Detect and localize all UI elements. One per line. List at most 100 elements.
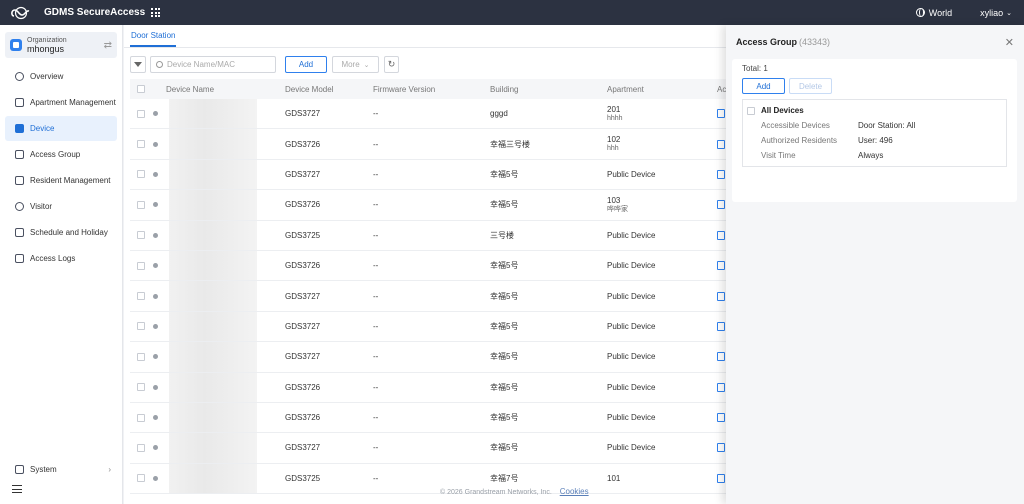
table-row[interactable]: GDS3725 -- 三号楼 Public Device — [130, 220, 730, 251]
row-checkbox[interactable] — [137, 140, 145, 149]
row-checkbox[interactable] — [137, 352, 145, 361]
globe-icon[interactable] — [915, 8, 925, 17]
row-checkbox[interactable] — [137, 231, 145, 240]
device-model-cell: GDS3727 — [285, 321, 321, 331]
status-dot — [153, 263, 158, 269]
add-button[interactable]: Add — [285, 56, 327, 73]
collapse-sidebar-icon[interactable] — [12, 485, 22, 493]
row-checkbox[interactable] — [137, 474, 145, 483]
row-checkbox[interactable] — [137, 383, 145, 392]
access-control-icon[interactable] — [717, 413, 725, 423]
access-control-icon[interactable] — [717, 139, 725, 149]
row-checkbox[interactable] — [137, 200, 145, 209]
cookies-link[interactable]: Cookies — [560, 487, 589, 496]
copyright: © 2026 Grandstream Networks, Inc. — [440, 489, 552, 496]
building-cell: 幸福5号 — [490, 291, 519, 301]
group-checkbox[interactable] — [747, 107, 755, 115]
sidebar-item-visitor[interactable]: Visitor — [5, 194, 117, 219]
access-control-icon[interactable] — [717, 169, 725, 179]
table-row[interactable]: GDS3727 -- gggd 201 hhhh — [130, 99, 730, 130]
apartment-cell: 201 hhhh — [607, 105, 717, 123]
tab-door-station[interactable]: Door Station — [130, 31, 177, 47]
sidebar-item-device[interactable]: Device — [5, 116, 117, 141]
firmware-cell: -- — [373, 200, 379, 210]
filter-icon — [134, 62, 142, 67]
row-checkbox[interactable] — [137, 322, 145, 331]
field-value: Door Station: All — [858, 121, 916, 130]
column-header[interactable]: Building — [490, 85, 607, 94]
panel-delete-button[interactable]: Delete — [789, 78, 832, 94]
apartment-value: 201 — [607, 104, 621, 114]
switch-icon[interactable]: ⇄ — [104, 40, 112, 51]
access-control-icon[interactable] — [717, 230, 725, 240]
access-control-icon[interactable] — [717, 109, 725, 119]
access-control-icon[interactable] — [717, 200, 725, 210]
device-name-cell — [163, 129, 285, 159]
search-input[interactable]: Device Name/MAC — [150, 56, 276, 73]
sidebar-item-overview[interactable]: Overview — [5, 64, 117, 89]
user-menu[interactable]: xyliao — [980, 8, 1003, 18]
device-name-cell — [163, 250, 285, 281]
sidebar-item-schedule-and-holiday[interactable]: Schedule and Holiday — [5, 220, 117, 245]
table-row[interactable]: GDS3727 -- 幸福5号 Public Device — [130, 159, 730, 191]
row-checkbox[interactable] — [137, 261, 145, 270]
region-selector[interactable]: World — [929, 8, 952, 18]
access-control-icon[interactable] — [717, 443, 725, 453]
table-row[interactable]: GDS3727 -- 幸福5号 Public Device — [130, 342, 730, 373]
close-icon[interactable]: ✕ — [1005, 36, 1014, 49]
table-row[interactable]: GDS3727 -- 幸福5号 Public Device — [130, 311, 730, 343]
gdms-logo-icon[interactable] — [10, 6, 32, 20]
table-row[interactable]: GDS3727 -- 幸福5号 Public Device — [130, 281, 730, 312]
sidebar-item-label: Apartment Management — [30, 98, 116, 107]
app-grid-icon[interactable] — [151, 8, 161, 17]
table-row[interactable]: GDS3726 -- 幸福三号楼 102 hhh — [130, 129, 730, 160]
sidebar-item-access-logs[interactable]: Access Logs — [5, 246, 117, 271]
table-row[interactable]: GDS3726 -- 幸福5号 Public Device — [130, 372, 730, 403]
select-all-checkbox[interactable] — [137, 85, 145, 93]
panel-title: Access Group — [736, 37, 798, 47]
building-cell: 幸福5号 — [490, 169, 519, 179]
firmware-cell: -- — [373, 291, 379, 301]
sidebar-item-system[interactable]: System › — [5, 457, 117, 482]
apartment-icon — [15, 98, 24, 107]
apartment-cell: Public Device — [607, 413, 717, 422]
column-header[interactable]: Firmware Version — [373, 85, 490, 94]
device-table: Device Name Device Model Firmware Versio… — [130, 79, 730, 495]
access-control-icon[interactable] — [717, 291, 725, 301]
column-header[interactable]: Device Name — [163, 85, 285, 94]
row-checkbox[interactable] — [137, 109, 145, 118]
row-checkbox[interactable] — [137, 292, 145, 301]
column-header[interactable]: Device Model — [285, 85, 373, 94]
firmware-cell: -- — [373, 109, 379, 119]
table-row[interactable]: GDS3726 -- 幸福5号 Public Device — [130, 402, 730, 434]
access-control-icon[interactable] — [717, 352, 725, 362]
access-control-icon[interactable] — [717, 473, 725, 483]
column-header[interactable]: Apartment — [607, 85, 717, 94]
sidebar-item-label: Schedule and Holiday — [30, 228, 108, 237]
sidebar-item-access-group[interactable]: Access Group — [5, 142, 117, 167]
sidebar-item-label: Access Logs — [30, 254, 76, 263]
status-dot — [153, 354, 158, 360]
refresh-button[interactable]: ↻ — [384, 56, 399, 73]
resident-icon — [15, 176, 24, 185]
status-dot — [153, 415, 158, 421]
access-control-icon[interactable] — [717, 382, 725, 392]
table-row[interactable]: GDS3727 -- 幸福5号 Public Device — [130, 433, 730, 464]
filter-button[interactable] — [130, 56, 146, 73]
panel-add-button[interactable]: Add — [742, 78, 785, 94]
sidebar-item-resident-management[interactable]: Resident Management — [5, 168, 117, 193]
redacted-device-name — [169, 463, 257, 494]
access-control-icon[interactable] — [717, 321, 725, 331]
row-checkbox[interactable] — [137, 413, 145, 422]
access-control-icon[interactable] — [717, 261, 725, 271]
more-button[interactable]: More ⌄ — [332, 56, 379, 73]
table-row[interactable]: GDS3725 -- 幸福7号 101 — [130, 463, 730, 495]
table-row[interactable]: GDS3726 -- 幸福5号 Public Device — [130, 250, 730, 282]
row-checkbox[interactable] — [137, 170, 145, 179]
sidebar-item-apartment-management[interactable]: Apartment Management — [5, 90, 117, 115]
table-row[interactable]: GDS3726 -- 幸福5号 103 哗哗家 — [130, 190, 730, 221]
organization-switcher[interactable]: Organization mhongus ⇄ — [5, 32, 117, 58]
row-checkbox[interactable] — [137, 443, 145, 452]
firmware-cell: -- — [373, 139, 379, 149]
chevron-down-icon[interactable]: ⌄ — [1006, 9, 1012, 17]
